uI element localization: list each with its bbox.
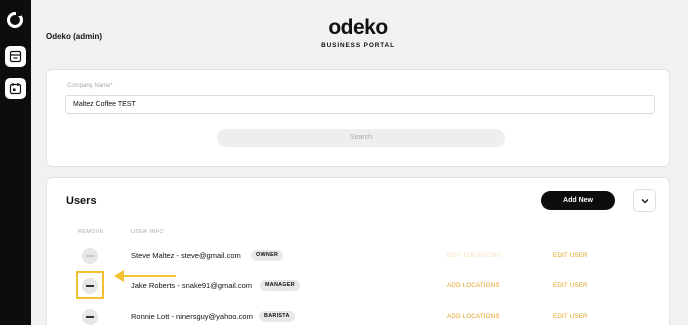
user-info: Ronnie Lott - ninersguy@yahoo.com <box>131 312 253 321</box>
highlight-box <box>76 271 104 299</box>
brand-subtitle: BUSINESS PORTAL <box>321 42 395 49</box>
company-search-card: Company Name* Maltez Coffee TEST Search <box>46 69 670 167</box>
storefront-icon <box>9 50 22 63</box>
user-row: Steve Maltez - steve@gmail.com OWNER EDI… <box>47 246 671 268</box>
svg-text:odeko: odeko <box>328 16 387 38</box>
company-name-field[interactable]: Maltez Coffee TEST <box>65 95 655 114</box>
user-info-column-header: USER INFO <box>131 229 164 235</box>
edit-user-link[interactable]: EDIT USER <box>553 313 588 320</box>
edit-user-link[interactable]: EDIT USER <box>553 282 588 289</box>
odeko-logo: odeko <box>328 16 388 38</box>
user-row: Ronnie Lott - ninersguy@yahoo.com BARIST… <box>47 307 671 325</box>
role-badge: MANAGER <box>260 280 300 291</box>
arrow-left-icon <box>114 270 176 282</box>
edit-locations-link[interactable]: EDIT LOCATIONS <box>447 252 501 259</box>
add-new-button[interactable]: Add New <box>541 191 615 210</box>
users-card: Users Add New REMOVE USER INFO Steve Mal… <box>46 177 670 325</box>
company-name-label: Company Name* <box>67 83 113 89</box>
storefront-nav-button[interactable] <box>5 46 26 67</box>
remove-column-header: REMOVE <box>78 229 104 235</box>
user-info: Steve Maltez - steve@gmail.com <box>131 251 241 260</box>
remove-user-button[interactable] <box>82 248 98 264</box>
calendar-icon <box>9 83 22 95</box>
account-name: Odeko (admin) <box>46 32 103 41</box>
users-title: Users <box>66 195 97 207</box>
calendar-nav-button[interactable] <box>5 78 26 99</box>
role-badge: BARISTA <box>259 311 295 322</box>
search-button[interactable]: Search <box>217 129 505 147</box>
odeko-ring-icon[interactable] <box>7 10 23 28</box>
add-locations-link[interactable]: ADD LOCATIONS <box>447 282 500 289</box>
collapse-button[interactable] <box>633 189 656 212</box>
role-badge: OWNER <box>251 250 284 261</box>
chevron-down-icon <box>641 198 648 203</box>
side-rail <box>0 0 31 325</box>
edit-user-link[interactable]: EDIT USER <box>553 252 588 259</box>
add-locations-link[interactable]: ADD LOCATIONS <box>447 313 500 320</box>
brand-header: odeko BUSINESS PORTAL <box>300 16 416 49</box>
remove-user-button[interactable] <box>82 309 98 325</box>
